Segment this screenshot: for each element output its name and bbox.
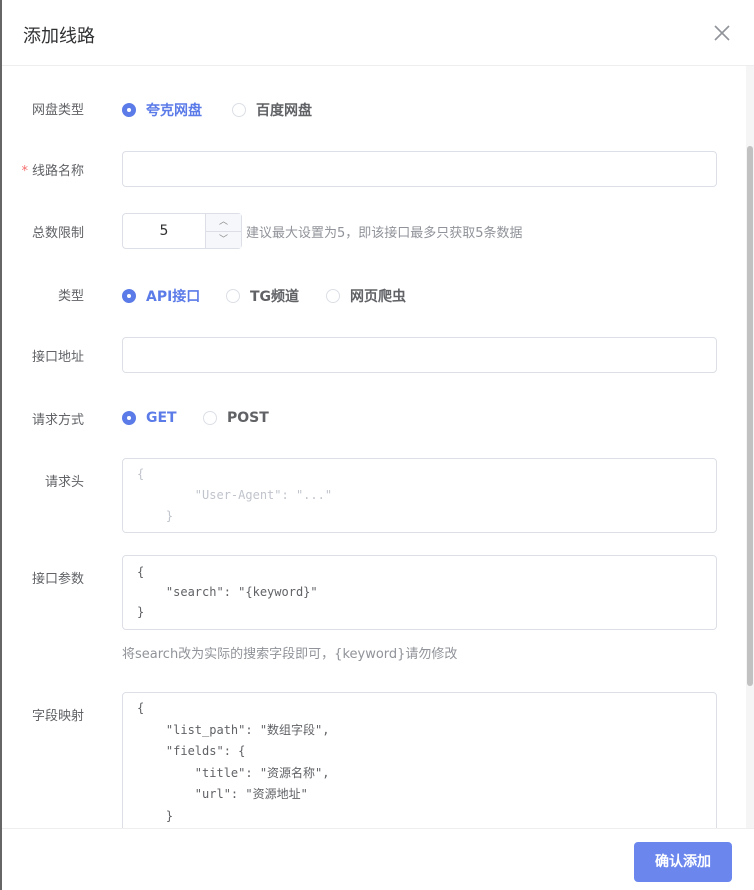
scrollbar-thumb[interactable] bbox=[747, 146, 753, 686]
dialog-header: 添加线路 bbox=[2, 0, 754, 66]
radio-label: GET bbox=[146, 410, 177, 426]
route-name-label: * 线路名称 bbox=[21, 164, 84, 179]
params-label: 接口参数 bbox=[31, 572, 84, 587]
total-limit-label: 总数限制 bbox=[31, 226, 84, 241]
radio-label: 网页爬虫 bbox=[350, 289, 406, 305]
mapping-textarea[interactable]: { "list_path": "数组字段", "fields": { "titl… bbox=[122, 692, 717, 828]
params-hint: 将search改为实际的搜索字段即可，{keyword}请勿修改 bbox=[122, 647, 458, 662]
radio-dot bbox=[232, 103, 246, 117]
decrement-icon[interactable]: ﹀ bbox=[206, 232, 241, 249]
close-icon[interactable] bbox=[712, 23, 732, 43]
radio-dot bbox=[326, 289, 340, 303]
radio-label: TG频道 bbox=[250, 289, 300, 305]
method-label: 请求方式 bbox=[31, 413, 84, 428]
dialog-body: 网盘类型 夸克网盘 百度网盘 * 线路名称 总数限制 5 ︿ ﹀ 建议最大设置为5，… bbox=[2, 66, 746, 828]
mapping-label: 字段映射 bbox=[31, 709, 84, 724]
radio-dot bbox=[203, 411, 217, 425]
radio-label: 百度网盘 bbox=[256, 103, 312, 119]
confirm-add-button[interactable]: 确认添加 bbox=[634, 842, 732, 882]
radio-crawler[interactable]: 网页爬虫 bbox=[326, 286, 406, 306]
radio-quark[interactable]: 夸克网盘 bbox=[122, 100, 202, 120]
radio-dot bbox=[122, 103, 136, 117]
increment-icon[interactable]: ︿ bbox=[206, 214, 241, 232]
route-name-input[interactable] bbox=[122, 151, 717, 187]
radio-dot bbox=[122, 411, 136, 425]
headers-textarea[interactable]: { "User-Agent": "..." } bbox=[122, 458, 717, 533]
api-url-label: 接口地址 bbox=[31, 350, 84, 365]
radio-label: API接口 bbox=[146, 289, 201, 305]
total-limit-hint: 建议最大设置为5，即该接口最多只获取5条数据 bbox=[246, 226, 523, 241]
scrollbar[interactable] bbox=[746, 66, 754, 828]
radio-dot bbox=[122, 289, 136, 303]
api-url-input[interactable] bbox=[122, 337, 717, 373]
total-limit-stepper[interactable]: 5 ︿ ﹀ bbox=[122, 213, 242, 249]
total-limit-value[interactable]: 5 bbox=[123, 214, 205, 248]
radio-baidu[interactable]: 百度网盘 bbox=[232, 100, 312, 120]
disk-type-label: 网盘类型 bbox=[31, 103, 84, 118]
radio-label: 夸克网盘 bbox=[146, 103, 202, 119]
radio-get[interactable]: GET bbox=[122, 410, 177, 426]
dialog-footer: 确认添加 bbox=[2, 828, 754, 890]
dialog-title: 添加线路 bbox=[23, 26, 95, 47]
params-textarea[interactable]: { "search": "{keyword}" } bbox=[122, 555, 717, 630]
radio-dot bbox=[226, 289, 240, 303]
radio-post[interactable]: POST bbox=[203, 410, 269, 426]
radio-label: POST bbox=[227, 410, 269, 426]
radio-api[interactable]: API接口 bbox=[122, 286, 200, 306]
headers-label: 请求头 bbox=[44, 475, 84, 490]
radio-tg[interactable]: TG频道 bbox=[226, 286, 299, 306]
type-label: 类型 bbox=[57, 289, 84, 304]
